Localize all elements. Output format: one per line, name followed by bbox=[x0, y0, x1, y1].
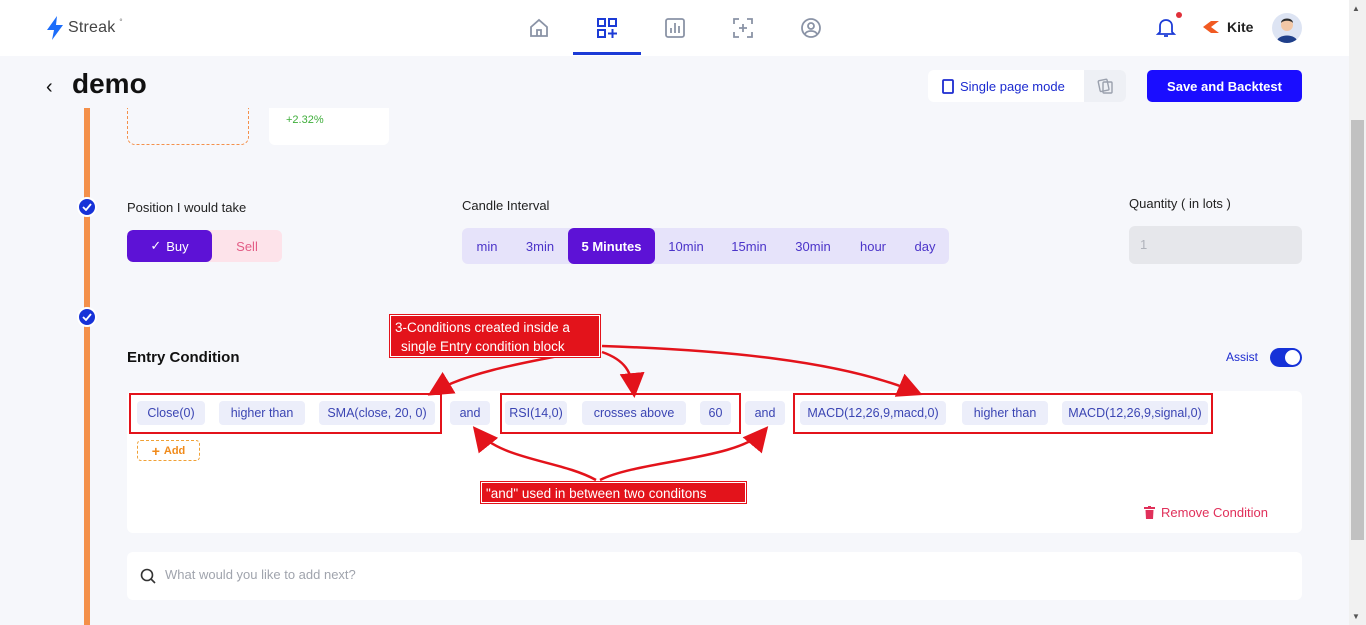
check-icon: ✓ bbox=[150, 238, 162, 253]
annotation-callout: "and" used in between two conditons bbox=[481, 482, 746, 503]
notification-bell-icon[interactable] bbox=[1155, 16, 1177, 43]
add-condition-button[interactable]: + Add bbox=[137, 440, 200, 461]
save-and-backtest-button[interactable]: Save and Backtest bbox=[1147, 70, 1302, 102]
entry-condition-title: Entry Condition bbox=[127, 349, 240, 366]
and-operator-chip[interactable]: and bbox=[745, 401, 785, 425]
lightning-icon bbox=[47, 16, 63, 40]
search-icon bbox=[140, 568, 156, 584]
assist-label: Assist bbox=[1226, 350, 1259, 364]
interval-option[interactable]: 3min bbox=[512, 228, 568, 264]
back-arrow-icon[interactable]: ‹ bbox=[46, 76, 53, 99]
interval-option[interactable]: min bbox=[462, 228, 512, 264]
broker-name: Kite bbox=[1227, 19, 1254, 35]
profile-icon[interactable] bbox=[797, 14, 825, 42]
interval-option[interactable]: 15min bbox=[717, 228, 781, 264]
multi-page-toggle[interactable] bbox=[1084, 70, 1126, 102]
sell-button[interactable]: Sell bbox=[212, 230, 282, 262]
position-label: Position I would take bbox=[127, 200, 247, 215]
annotation-callout: 3-Conditions created inside a single Ent… bbox=[390, 315, 600, 357]
kite-logo-icon bbox=[1203, 21, 1219, 33]
trash-icon bbox=[1144, 506, 1155, 519]
scrollbar-thumb[interactable] bbox=[1351, 120, 1364, 540]
strategy-builder-icon[interactable] bbox=[593, 14, 621, 42]
chart-icon[interactable] bbox=[661, 14, 689, 42]
remove-condition-label: Remove Condition bbox=[1161, 505, 1268, 520]
home-icon[interactable] bbox=[525, 14, 553, 42]
candle-interval-selector: min 3min 5 Minutes 10min 15min 30min hou… bbox=[462, 228, 949, 264]
add-instrument-card[interactable] bbox=[127, 108, 249, 145]
step-complete-icon bbox=[77, 307, 97, 327]
and-operator-chip[interactable]: and bbox=[450, 401, 490, 425]
logo-mark: ˚ bbox=[119, 18, 123, 30]
kite-broker[interactable]: Kite bbox=[1203, 19, 1253, 35]
avatar[interactable] bbox=[1272, 13, 1302, 43]
assist-toggle[interactable] bbox=[1270, 348, 1302, 367]
buy-label: Buy bbox=[166, 238, 189, 254]
single-page-mode-label: Single page mode bbox=[960, 78, 1065, 94]
search-input[interactable] bbox=[165, 567, 765, 582]
top-navbar: Streak ˚ Kite bbox=[0, 0, 1349, 56]
annotation-box bbox=[129, 393, 442, 434]
callout-line: single Entry condition block bbox=[401, 339, 565, 354]
interval-option[interactable]: 10min bbox=[655, 228, 717, 264]
page-title: demo bbox=[72, 68, 147, 99]
interval-option[interactable]: 30min bbox=[781, 228, 845, 264]
scroll-down-icon[interactable]: ▼ bbox=[1352, 612, 1360, 621]
annotation-box bbox=[793, 393, 1213, 434]
timeline-rail bbox=[84, 108, 90, 625]
interval-option-selected[interactable]: 5 Minutes bbox=[568, 228, 655, 264]
scanner-icon[interactable] bbox=[729, 14, 757, 42]
quantity-label: Quantity ( in lots ) bbox=[1129, 196, 1231, 211]
streak-logo[interactable]: Streak ˚ bbox=[46, 16, 123, 40]
interval-option[interactable]: day bbox=[901, 228, 949, 264]
candle-interval-label: Candle Interval bbox=[462, 198, 550, 213]
add-label: Add bbox=[163, 444, 186, 457]
buy-button[interactable]: ✓ Buy bbox=[127, 230, 212, 262]
scroll-up-icon[interactable]: ▲ bbox=[1352, 4, 1360, 13]
quantity-input[interactable]: 1 bbox=[1129, 226, 1302, 264]
single-page-mode-button[interactable]: Single page mode bbox=[928, 70, 1126, 102]
position-toggle: ✓ Buy Sell bbox=[127, 230, 282, 262]
step-complete-icon bbox=[77, 197, 97, 217]
callout-line: 3-Conditions created inside a bbox=[395, 320, 570, 335]
notification-dot bbox=[1176, 12, 1182, 18]
remove-condition-button[interactable]: Remove Condition bbox=[1144, 505, 1268, 520]
cards-icon bbox=[1097, 78, 1113, 94]
plus-icon: + bbox=[151, 442, 160, 459]
phone-icon bbox=[942, 78, 954, 94]
instrument-card[interactable]: +2.32% bbox=[269, 108, 389, 145]
logo-text: Streak bbox=[68, 19, 116, 36]
strategy-header: ‹ demo Single page mode Save and Backtes… bbox=[0, 56, 1349, 108]
interval-option[interactable]: hour bbox=[845, 228, 901, 264]
instrument-change: +2.32% bbox=[286, 114, 324, 126]
active-tab-indicator bbox=[573, 52, 641, 55]
annotation-box bbox=[500, 393, 741, 434]
add-next-search bbox=[127, 552, 1302, 600]
